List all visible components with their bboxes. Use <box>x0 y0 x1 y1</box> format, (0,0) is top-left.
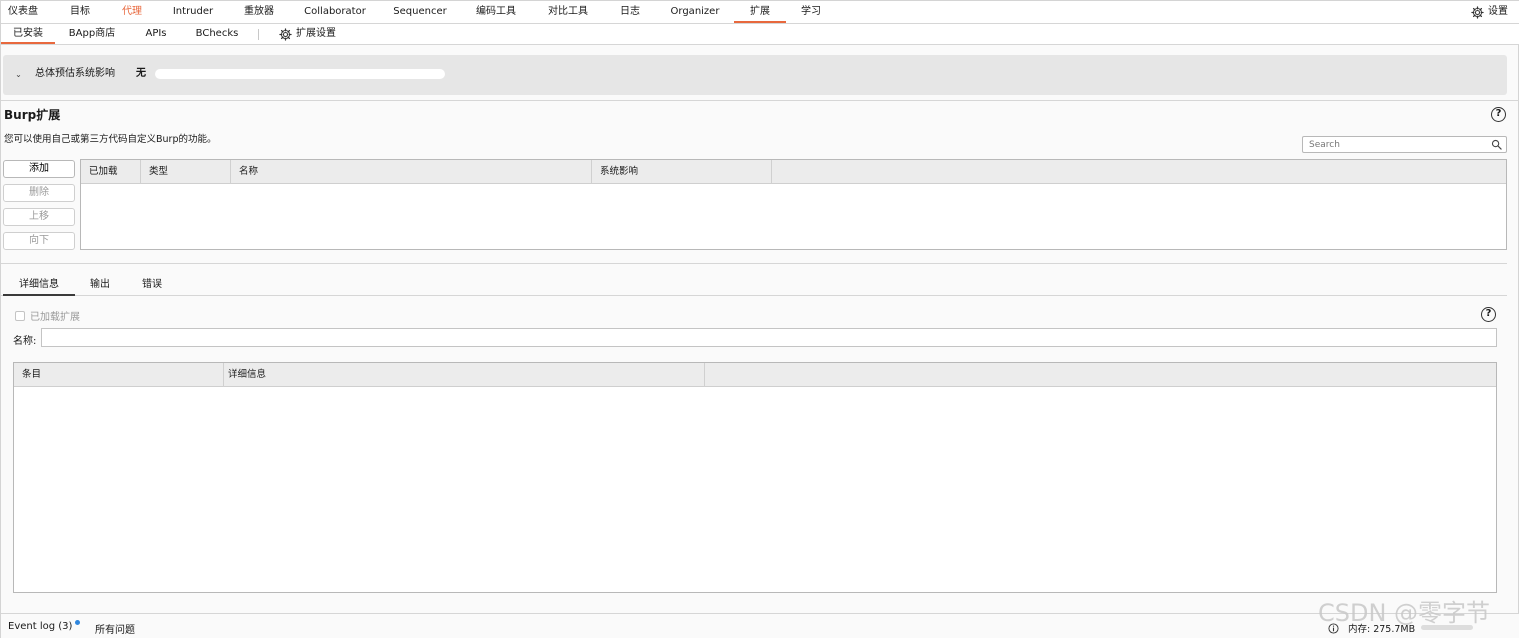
loaded-extension-checkbox-row: 已加载扩展 <box>15 308 80 323</box>
nav-extensions[interactable]: 扩展 <box>734 1 786 23</box>
move-up-button[interactable]: 上移 <box>3 208 75 226</box>
search-box <box>1302 136 1507 153</box>
nav-collaborator[interactable]: Collaborator <box>297 1 373 23</box>
detail-tabs: 详细信息 输出 错误 <box>1 273 1507 296</box>
nav-repeater[interactable]: 重放器 <box>233 1 285 23</box>
details-table[interactable]: 条目 详细信息 <box>13 362 1497 593</box>
name-label: 名称: <box>13 336 37 347</box>
tab-installed[interactable]: 已安装 <box>1 24 55 44</box>
section-divider <box>1 100 1519 101</box>
search-input[interactable] <box>1303 137 1483 152</box>
system-impact-label: 总体预估系统影响 <box>35 68 115 79</box>
nav-logger[interactable]: 日志 <box>610 1 650 23</box>
nav-intruder[interactable]: Intruder <box>163 1 223 23</box>
pane-splitter[interactable] <box>1 263 1507 264</box>
all-issues-button[interactable]: 所有问题 <box>95 621 135 636</box>
details-table-header: 条目 详细信息 <box>14 363 1496 387</box>
app-window: 仪表盘 目标 代理 Intruder 重放器 Collaborator Sequ… <box>0 0 1519 638</box>
settings-button[interactable]: 设置 <box>1471 1 1508 23</box>
move-down-button[interactable]: 向下 <box>3 232 75 250</box>
column-type[interactable]: 类型 <box>141 160 231 184</box>
system-impact-value: 无 <box>136 68 146 79</box>
nav-sequencer[interactable]: Sequencer <box>387 1 453 23</box>
column-name[interactable]: 名称 <box>231 160 592 184</box>
system-impact-panel: ⌄ 总体预估系统影响 无 <box>3 55 1507 95</box>
column-loaded[interactable]: 已加载 <box>81 160 141 184</box>
nav-organizer[interactable]: Organizer <box>664 1 726 23</box>
tab-separator <box>258 29 259 40</box>
nav-dashboard[interactable]: 仪表盘 <box>1 1 45 23</box>
nav-learn[interactable]: 学习 <box>793 1 829 23</box>
tab-bchecks[interactable]: BChecks <box>193 24 241 44</box>
status-bar: Event log (3) 所有问题 内存: 275.7MB <box>1 613 1519 638</box>
remove-button[interactable]: 删除 <box>3 184 75 202</box>
collapse-toggle-icon[interactable]: ⌄ <box>13 69 24 80</box>
details-help-icon[interactable]: ? <box>1481 307 1496 322</box>
extension-settings-button[interactable]: 扩展设置 <box>279 24 336 44</box>
tab-apis[interactable]: APIs <box>139 24 173 44</box>
search-icon[interactable] <box>1491 139 1502 150</box>
nav-target[interactable]: 目标 <box>59 1 101 23</box>
column-item[interactable]: 条目 <box>14 363 224 387</box>
nav-decoder[interactable]: 编码工具 <box>467 1 525 23</box>
add-button[interactable]: 添加 <box>3 160 75 178</box>
nav-proxy[interactable]: 代理 <box>111 1 153 23</box>
name-field[interactable] <box>41 328 1497 347</box>
help-icon[interactable]: ? <box>1491 107 1506 122</box>
event-log-label: Event log (3) <box>8 621 73 632</box>
system-impact-bar <box>155 69 445 79</box>
top-nav: 仪表盘 目标 代理 Intruder 重放器 Collaborator Sequ… <box>1 1 1519 24</box>
loaded-extension-checkbox[interactable] <box>15 310 25 321</box>
sub-nav: 已安装 BApp商店 APIs BChecks 扩展设置 <box>1 24 1519 45</box>
settings-label: 设置 <box>1488 6 1508 17</box>
tab-details[interactable]: 详细信息 <box>3 276 75 296</box>
notification-dot-icon <box>75 620 81 625</box>
extensions-table-header: 已加载 类型 名称 系统影响 <box>81 160 1506 184</box>
extension-settings-label: 扩展设置 <box>296 28 336 39</box>
section-description: 您可以使用自己或第三方代码自定义Burp的功能。 <box>4 134 217 145</box>
watermark: CSDN @零字节 <box>1318 599 1491 627</box>
tab-output[interactable]: 输出 <box>81 276 119 296</box>
event-log-button[interactable]: Event log (3) <box>8 620 81 632</box>
section-title: Burp扩展 <box>4 108 61 122</box>
nav-comparer[interactable]: 对比工具 <box>539 1 597 23</box>
gear-icon <box>279 27 292 41</box>
extensions-table[interactable]: 已加载 类型 名称 系统影响 <box>80 159 1507 250</box>
loaded-extension-label: 已加载扩展 <box>30 312 80 323</box>
tab-bapp-store[interactable]: BApp商店 <box>65 24 119 44</box>
column-system-impact[interactable]: 系统影响 <box>592 160 772 184</box>
gear-icon <box>1471 5 1484 19</box>
tab-errors[interactable]: 错误 <box>133 276 171 296</box>
column-details[interactable]: 详细信息 <box>224 363 705 387</box>
